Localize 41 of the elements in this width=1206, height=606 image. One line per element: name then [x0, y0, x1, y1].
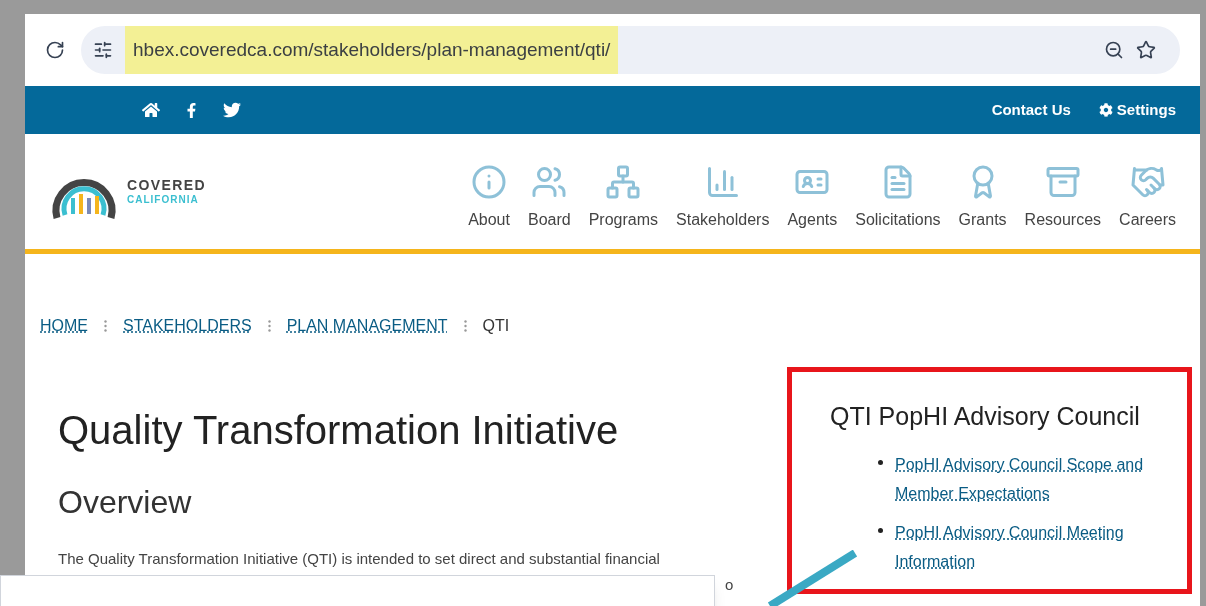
bullet-icon	[878, 527, 883, 533]
breadcrumb-link[interactable]: HOME	[40, 314, 88, 338]
nav-item[interactable]: Grants	[958, 163, 1007, 232]
separator-icon	[104, 320, 107, 332]
nav-item[interactable]: Stakeholders	[676, 163, 770, 232]
sidebar-link[interactable]: PopHI Advisory Council Meeting Information	[895, 517, 1180, 576]
sidebar-heading: QTI PopHI Advisory Council	[830, 401, 1141, 432]
sidebar-link[interactable]: PopHI Advisory Council Scope and Member Expectations	[895, 449, 1180, 508]
nav-item[interactable]: Careers	[1119, 163, 1176, 232]
contact-us-link[interactable]: Contact Us	[991, 98, 1071, 122]
bullet-icon	[878, 459, 883, 465]
paragraph-text: The Quality Transformation Initiative (QTI) is intended to set direct and substantial financial	[58, 549, 661, 569]
nav-item[interactable]: Resources	[1024, 163, 1102, 232]
info-icon	[471, 163, 508, 200]
separator-icon	[463, 320, 467, 332]
home-icon[interactable]	[142, 101, 160, 119]
settings-link[interactable]: Settings	[1098, 98, 1176, 122]
nav-item[interactable]: Agents	[787, 163, 838, 232]
twitter-icon[interactable]	[223, 101, 241, 119]
bookmark-star-icon[interactable]	[1136, 40, 1156, 60]
zoom-icon[interactable]	[1104, 40, 1124, 60]
facebook-icon[interactable]	[184, 102, 199, 118]
site-info-icon[interactable]	[93, 40, 113, 60]
breadcrumb-current: QTI	[482, 316, 510, 336]
gear-icon	[1098, 103, 1113, 117]
nav-item[interactable]: Solicitations	[855, 163, 941, 232]
page-title: Quality Transformation Initiative	[58, 407, 620, 454]
nav-item[interactable]: About	[468, 163, 510, 232]
address-bar[interactable]: hbex.coveredca.com/stakeholders/plan-management/qti/	[81, 26, 1180, 74]
nav-item[interactable]: Board	[527, 163, 571, 232]
sitemap-icon	[605, 163, 642, 200]
logo-subtext: CALIFORNIA	[127, 194, 200, 207]
breadcrumb-link[interactable]: STAKEHOLDERS	[123, 314, 252, 338]
section-heading: Overview	[58, 483, 193, 522]
separator-icon	[267, 320, 271, 332]
nav-item[interactable]: Programs	[588, 163, 658, 232]
text-fragment: o	[725, 574, 735, 595]
breadcrumb-link[interactable]: PLAN MANAGEMENT	[286, 314, 448, 338]
logo-text: COVERED	[127, 176, 207, 194]
url-text[interactable]: hbex.coveredca.com/stakeholders/plan-management/qti/	[125, 26, 619, 74]
reload-icon[interactable]	[45, 40, 65, 60]
